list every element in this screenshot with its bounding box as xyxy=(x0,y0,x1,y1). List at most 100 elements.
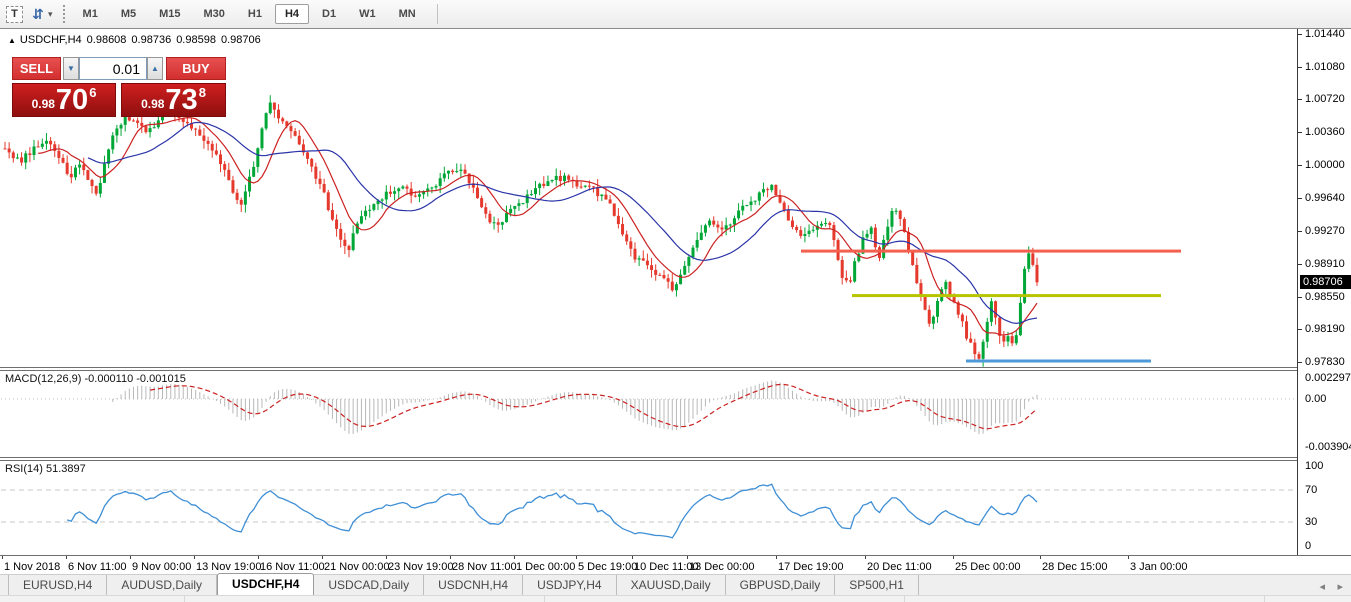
timeframe-button-mn[interactable]: MN xyxy=(389,4,426,24)
buy-price-pips: 73 xyxy=(165,86,197,114)
time-tick-label: 6 Nov 11:00 xyxy=(68,561,127,573)
candles-group xyxy=(4,95,1039,367)
time-tick-label: 9 Nov 00:00 xyxy=(132,561,191,573)
chart-tab-sp500-h1[interactable]: SP500,H1 xyxy=(835,575,919,595)
timeframe-button-d1[interactable]: D1 xyxy=(312,4,346,24)
price-tick-label: 0.97830 xyxy=(1305,356,1345,368)
rsi-tick-label: 70 xyxy=(1305,484,1317,496)
buy-button[interactable]: BUY xyxy=(166,57,226,80)
time-tick xyxy=(322,556,323,559)
chart-tab-eurusd-h4[interactable]: EURUSD,H4 xyxy=(8,575,107,595)
time-axis[interactable]: 1 Nov 20186 Nov 11:009 Nov 00:0013 Nov 1… xyxy=(0,556,1297,575)
price-tick xyxy=(1298,231,1302,232)
time-tick xyxy=(386,556,387,559)
resistance-line[interactable] xyxy=(801,250,1181,253)
volume-decrease-button[interactable]: ▼ xyxy=(63,57,79,80)
time-tick-label: 13 Dec 00:00 xyxy=(689,561,754,573)
tab-scroll-right-icon[interactable]: ▸ xyxy=(1337,580,1343,593)
ohlc-readout: ▲USDCHF,H40.986080.987360.985980.98706 xyxy=(8,34,266,46)
timeframe-button-h4[interactable]: H4 xyxy=(275,4,309,24)
time-tick xyxy=(953,556,954,559)
symbol-period-label: USDCHF,H4 xyxy=(20,34,82,46)
time-tick xyxy=(258,556,259,559)
rsi-panel[interactable] xyxy=(1,461,1297,555)
price-tick xyxy=(1298,132,1302,133)
price-axis[interactable]: 1.014401.010801.007201.003601.000000.996… xyxy=(1297,29,1351,555)
time-tick xyxy=(66,556,67,559)
sell-price-point: 6 xyxy=(89,85,96,100)
status-cell xyxy=(0,596,185,602)
macd-panel[interactable] xyxy=(1,371,1297,458)
price-tick-label: 0.98550 xyxy=(1305,291,1345,303)
status-cell xyxy=(185,596,545,602)
price-tick xyxy=(1298,198,1302,199)
toolbar-separator xyxy=(437,4,438,24)
cursor-mode-icon[interactable]: ⇵ xyxy=(29,5,47,23)
timeframe-button-w1[interactable]: W1 xyxy=(349,4,386,24)
time-tick-label: 28 Dec 15:00 xyxy=(1042,561,1107,573)
chart-tab-xauusd-daily[interactable]: XAUUSD,Daily xyxy=(617,575,726,595)
time-tick xyxy=(194,556,195,559)
chart-tab-audusd-daily[interactable]: AUDUSD,Daily xyxy=(107,575,217,595)
sell-button[interactable]: SELL xyxy=(12,57,61,80)
status-cell xyxy=(905,596,1265,602)
sell-quote-box[interactable]: 0.98 70 6 xyxy=(12,83,116,117)
time-tick-label: 28 Nov 11:00 xyxy=(452,561,517,573)
buy-quote-box[interactable]: 0.98 73 8 xyxy=(121,83,226,117)
toolbar-grip xyxy=(63,5,65,23)
timeframe-button-h1[interactable]: H1 xyxy=(238,4,272,24)
cursor-mode-caret-icon[interactable]: ▾ xyxy=(48,9,53,20)
chart-tab-gbpusd-daily[interactable]: GBPUSD,Daily xyxy=(726,575,836,595)
macd-tick-label: 0.00 xyxy=(1305,393,1326,405)
time-tick-label: 3 Jan 00:00 xyxy=(1130,561,1188,573)
time-tick xyxy=(865,556,866,559)
tab-scroll-left-icon[interactable]: ◂ xyxy=(1319,580,1325,593)
timeframe-button-m5[interactable]: M5 xyxy=(111,4,146,24)
time-tick-label: 20 Dec 11:00 xyxy=(867,561,932,573)
chart-tab-usdcnh-h4[interactable]: USDCNH,H4 xyxy=(424,575,523,595)
time-tick xyxy=(776,556,777,559)
time-tick xyxy=(632,556,633,559)
time-tick-label: 21 Nov 00:00 xyxy=(324,561,389,573)
time-tick xyxy=(576,556,577,559)
timeframe-button-m15[interactable]: M15 xyxy=(149,4,190,24)
macd-histogram xyxy=(113,381,1037,435)
price-tick xyxy=(1298,329,1302,330)
time-tick-label: 16 Nov 11:00 xyxy=(260,561,325,573)
one-click-trading-panel: SELL ▼ ▲ BUY 0.98 70 6 0.98 73 8 xyxy=(10,51,226,117)
slow-ma-line xyxy=(88,123,1037,324)
chart-tab-usdchf-h4[interactable]: USDCHF,H4 xyxy=(217,573,314,595)
collapse-panel-icon[interactable]: ▲ xyxy=(8,36,16,45)
price-tick-label: 1.01080 xyxy=(1305,61,1345,73)
current-price-badge: 0.98706 xyxy=(1300,275,1351,289)
chart-tab-usdjpy-h4[interactable]: USDJPY,H4 xyxy=(523,575,616,595)
rsi-line xyxy=(67,484,1037,538)
chart-tab-usdcad-daily[interactable]: USDCAD,Daily xyxy=(314,575,424,595)
price-tick-label: 0.99640 xyxy=(1305,192,1345,204)
macd-tick-label: -0.003904 xyxy=(1305,441,1351,453)
price-tick xyxy=(1298,297,1302,298)
timeframe-button-m1[interactable]: M1 xyxy=(73,4,108,24)
price-tick xyxy=(1298,67,1302,68)
sell-price-pips: 70 xyxy=(56,86,88,114)
time-tick xyxy=(514,556,515,559)
time-tick xyxy=(687,556,688,559)
time-tick-label: 25 Dec 00:00 xyxy=(955,561,1020,573)
close-value: 0.98706 xyxy=(221,34,261,46)
price-tick-label: 1.00720 xyxy=(1305,93,1345,105)
timeframe-button-m30[interactable]: M30 xyxy=(194,4,235,24)
rsi-tick-label: 0 xyxy=(1305,540,1311,552)
time-tick-label: 23 Nov 19:00 xyxy=(388,561,453,573)
top-toolbar: T ⇵ ▾ M1M5M15M30H1H4D1W1MN xyxy=(0,0,1351,29)
high-value: 0.98736 xyxy=(131,34,171,46)
lower-support-line[interactable] xyxy=(966,360,1151,363)
volume-increase-button[interactable]: ▲ xyxy=(147,57,163,80)
buy-price-point: 8 xyxy=(199,85,206,100)
time-tick xyxy=(1040,556,1041,559)
price-tick-label: 1.00360 xyxy=(1305,126,1345,138)
text-label-tool-icon[interactable]: T xyxy=(6,6,23,23)
support-line[interactable] xyxy=(852,294,1161,297)
volume-input[interactable] xyxy=(79,57,147,80)
chart-window[interactable]: 1.014401.010801.007201.003601.000000.996… xyxy=(0,28,1351,574)
time-tick-label: 17 Dec 19:00 xyxy=(778,561,843,573)
